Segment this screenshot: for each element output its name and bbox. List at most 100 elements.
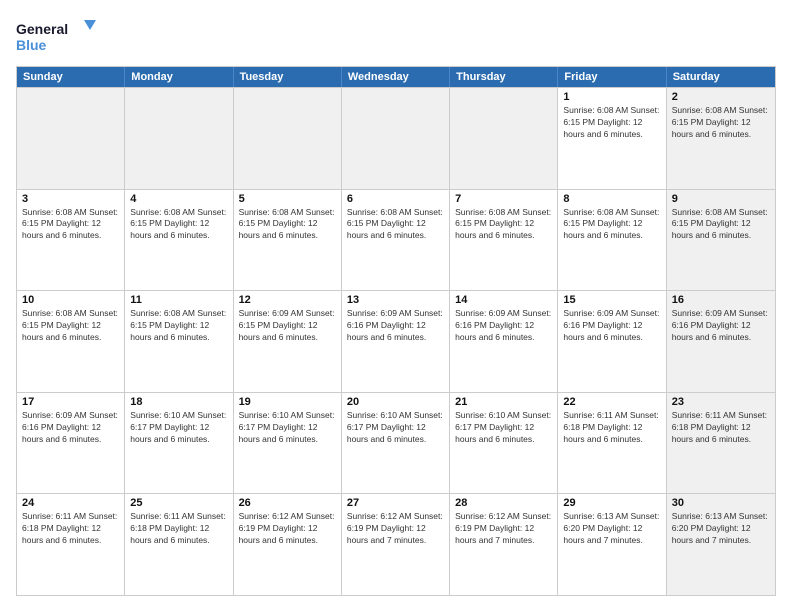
header-thursday: Thursday bbox=[450, 67, 558, 87]
header-tuesday: Tuesday bbox=[234, 67, 342, 87]
day-info: Sunrise: 6:08 AM Sunset: 6:15 PM Dayligh… bbox=[455, 207, 552, 243]
calendar-cell-5-2: 25Sunrise: 6:11 AM Sunset: 6:18 PM Dayli… bbox=[125, 494, 233, 595]
calendar-cell-2-3: 5 Sunrise: 6:08 AM Sunset: 6:15 PM Daylig… bbox=[234, 190, 342, 291]
calendar-cell-1-1 bbox=[17, 88, 125, 189]
calendar-cell-2-6: 8 Sunrise: 6:08 AM Sunset: 6:15 PM Daylig… bbox=[558, 190, 666, 291]
day-info: Sunrise: 6:13 AM Sunset: 6:20 PM Dayligh… bbox=[563, 511, 660, 547]
page: General Blue Sunday Monday Tuesday Wedne… bbox=[0, 0, 792, 612]
day-number: 1 bbox=[563, 91, 660, 103]
day-info: Sunrise: 6:08 AM Sunset: 6:15 PM Dayligh… bbox=[130, 207, 227, 243]
day-info: Sunrise: 6:12 AM Sunset: 6:19 PM Dayligh… bbox=[455, 511, 552, 547]
calendar-cell-5-7: 30 Sunrise: 6:13 AM Sunset: 6:20 PM Dayli… bbox=[667, 494, 775, 595]
calendar-cell-4-2: 18Sunrise: 6:10 AM Sunset: 6:17 PM Dayli… bbox=[125, 393, 233, 494]
day-info: Sunrise: 6:09 AM Sunset: 6:16 PM Dayligh… bbox=[347, 308, 444, 344]
calendar-cell-2-5: 7Sunrise: 6:08 AM Sunset: 6:15 PM Daylig… bbox=[450, 190, 558, 291]
day-number: 29 bbox=[563, 497, 660, 509]
calendar-cell-2-2: 4 Sunrise: 6:08 AM Sunset: 6:15 PM Daylig… bbox=[125, 190, 233, 291]
logo-icon: General Blue bbox=[16, 16, 96, 56]
day-number: 4 bbox=[130, 193, 227, 205]
day-number: 19 bbox=[239, 396, 336, 408]
day-info: Sunrise: 6:12 AM Sunset: 6:19 PM Dayligh… bbox=[347, 511, 444, 547]
day-info: Sunrise: 6:09 AM Sunset: 6:16 PM Dayligh… bbox=[455, 308, 552, 344]
calendar-cell-4-7: 23 Sunrise: 6:11 AM Sunset: 6:18 PM Dayli… bbox=[667, 393, 775, 494]
calendar-cell-3-4: 13Sunrise: 6:09 AM Sunset: 6:16 PM Dayli… bbox=[342, 291, 450, 392]
day-info: Sunrise: 6:12 AM Sunset: 6:19 PM Dayligh… bbox=[239, 511, 336, 547]
header-monday: Monday bbox=[125, 67, 233, 87]
calendar-cell-4-6: 22 Sunrise: 6:11 AM Sunset: 6:18 PM Dayli… bbox=[558, 393, 666, 494]
day-number: 23 bbox=[672, 396, 770, 408]
calendar-cell-4-4: 20Sunrise: 6:10 AM Sunset: 6:17 PM Dayli… bbox=[342, 393, 450, 494]
calendar-cell-5-6: 29 Sunrise: 6:13 AM Sunset: 6:20 PM Dayli… bbox=[558, 494, 666, 595]
calendar-cell-5-5: 28 Sunrise: 6:12 AM Sunset: 6:19 PM Dayli… bbox=[450, 494, 558, 595]
day-info: Sunrise: 6:09 AM Sunset: 6:16 PM Dayligh… bbox=[672, 308, 770, 344]
day-number: 3 bbox=[22, 193, 119, 205]
calendar-cell-2-7: 9Sunrise: 6:08 AM Sunset: 6:15 PM Daylig… bbox=[667, 190, 775, 291]
calendar-cell-4-1: 17 Sunrise: 6:09 AM Sunset: 6:16 PM Dayli… bbox=[17, 393, 125, 494]
day-info: Sunrise: 6:08 AM Sunset: 6:15 PM Dayligh… bbox=[672, 207, 770, 243]
calendar-cell-2-1: 3 Sunrise: 6:08 AM Sunset: 6:15 PM Daylig… bbox=[17, 190, 125, 291]
calendar-cell-4-3: 19 Sunrise: 6:10 AM Sunset: 6:17 PM Dayli… bbox=[234, 393, 342, 494]
day-number: 27 bbox=[347, 497, 444, 509]
logo: General Blue bbox=[16, 16, 96, 56]
day-number: 28 bbox=[455, 497, 552, 509]
calendar-body: 1 Sunrise: 6:08 AM Sunset: 6:15 PM Daylig… bbox=[17, 87, 775, 595]
calendar: Sunday Monday Tuesday Wednesday Thursday… bbox=[16, 66, 776, 596]
day-info: Sunrise: 6:08 AM Sunset: 6:15 PM Dayligh… bbox=[22, 308, 119, 344]
day-number: 24 bbox=[22, 497, 119, 509]
calendar-cell-2-4: 6Sunrise: 6:08 AM Sunset: 6:15 PM Daylig… bbox=[342, 190, 450, 291]
calendar-cell-1-3 bbox=[234, 88, 342, 189]
calendar-cell-1-6: 1 Sunrise: 6:08 AM Sunset: 6:15 PM Daylig… bbox=[558, 88, 666, 189]
day-info: Sunrise: 6:09 AM Sunset: 6:16 PM Dayligh… bbox=[22, 410, 119, 446]
day-number: 11 bbox=[130, 294, 227, 306]
calendar-cell-3-3: 12Sunrise: 6:09 AM Sunset: 6:15 PM Dayli… bbox=[234, 291, 342, 392]
day-info: Sunrise: 6:11 AM Sunset: 6:18 PM Dayligh… bbox=[672, 410, 770, 446]
calendar-cell-5-4: 27 Sunrise: 6:12 AM Sunset: 6:19 PM Dayli… bbox=[342, 494, 450, 595]
day-number: 15 bbox=[563, 294, 660, 306]
calendar-cell-3-2: 11 Sunrise: 6:08 AM Sunset: 6:15 PM Dayli… bbox=[125, 291, 233, 392]
calendar-row-5: 24 Sunrise: 6:11 AM Sunset: 6:18 PM Dayli… bbox=[17, 493, 775, 595]
day-info: Sunrise: 6:08 AM Sunset: 6:15 PM Dayligh… bbox=[22, 207, 119, 243]
day-number: 20 bbox=[347, 396, 444, 408]
header-friday: Friday bbox=[558, 67, 666, 87]
header: General Blue bbox=[16, 16, 776, 56]
day-number: 6 bbox=[347, 193, 444, 205]
day-number: 10 bbox=[22, 294, 119, 306]
day-info: Sunrise: 6:08 AM Sunset: 6:15 PM Dayligh… bbox=[130, 308, 227, 344]
calendar-cell-5-3: 26 Sunrise: 6:12 AM Sunset: 6:19 PM Dayli… bbox=[234, 494, 342, 595]
day-info: Sunrise: 6:10 AM Sunset: 6:17 PM Dayligh… bbox=[239, 410, 336, 446]
calendar-row-1: 1 Sunrise: 6:08 AM Sunset: 6:15 PM Daylig… bbox=[17, 87, 775, 189]
day-number: 30 bbox=[672, 497, 770, 509]
calendar-cell-3-6: 15 Sunrise: 6:09 AM Sunset: 6:16 PM Dayli… bbox=[558, 291, 666, 392]
day-number: 2 bbox=[672, 91, 770, 103]
day-number: 14 bbox=[455, 294, 552, 306]
day-number: 26 bbox=[239, 497, 336, 509]
day-info: Sunrise: 6:08 AM Sunset: 6:15 PM Dayligh… bbox=[563, 207, 660, 243]
calendar-cell-3-7: 16 Sunrise: 6:09 AM Sunset: 6:16 PM Dayli… bbox=[667, 291, 775, 392]
calendar-cell-4-5: 21Sunrise: 6:10 AM Sunset: 6:17 PM Dayli… bbox=[450, 393, 558, 494]
day-number: 12 bbox=[239, 294, 336, 306]
day-number: 25 bbox=[130, 497, 227, 509]
day-info: Sunrise: 6:08 AM Sunset: 6:15 PM Dayligh… bbox=[672, 105, 770, 141]
calendar-cell-3-1: 10 Sunrise: 6:08 AM Sunset: 6:15 PM Dayli… bbox=[17, 291, 125, 392]
day-number: 22 bbox=[563, 396, 660, 408]
calendar-header: Sunday Monday Tuesday Wednesday Thursday… bbox=[17, 67, 775, 87]
day-info: Sunrise: 6:08 AM Sunset: 6:15 PM Dayligh… bbox=[239, 207, 336, 243]
calendar-cell-1-4 bbox=[342, 88, 450, 189]
day-number: 16 bbox=[672, 294, 770, 306]
day-info: Sunrise: 6:11 AM Sunset: 6:18 PM Dayligh… bbox=[563, 410, 660, 446]
day-number: 17 bbox=[22, 396, 119, 408]
header-wednesday: Wednesday bbox=[342, 67, 450, 87]
day-info: Sunrise: 6:08 AM Sunset: 6:15 PM Dayligh… bbox=[563, 105, 660, 141]
day-info: Sunrise: 6:09 AM Sunset: 6:16 PM Dayligh… bbox=[563, 308, 660, 344]
calendar-row-4: 17 Sunrise: 6:09 AM Sunset: 6:16 PM Dayli… bbox=[17, 392, 775, 494]
calendar-cell-1-7: 2 Sunrise: 6:08 AM Sunset: 6:15 PM Daylig… bbox=[667, 88, 775, 189]
header-saturday: Saturday bbox=[667, 67, 775, 87]
day-number: 8 bbox=[563, 193, 660, 205]
calendar-row-2: 3 Sunrise: 6:08 AM Sunset: 6:15 PM Daylig… bbox=[17, 189, 775, 291]
day-info: Sunrise: 6:11 AM Sunset: 6:18 PM Dayligh… bbox=[22, 511, 119, 547]
calendar-cell-5-1: 24 Sunrise: 6:11 AM Sunset: 6:18 PM Dayli… bbox=[17, 494, 125, 595]
svg-text:General: General bbox=[16, 21, 68, 37]
day-info: Sunrise: 6:10 AM Sunset: 6:17 PM Dayligh… bbox=[130, 410, 227, 446]
day-info: Sunrise: 6:13 AM Sunset: 6:20 PM Dayligh… bbox=[672, 511, 770, 547]
day-number: 5 bbox=[239, 193, 336, 205]
